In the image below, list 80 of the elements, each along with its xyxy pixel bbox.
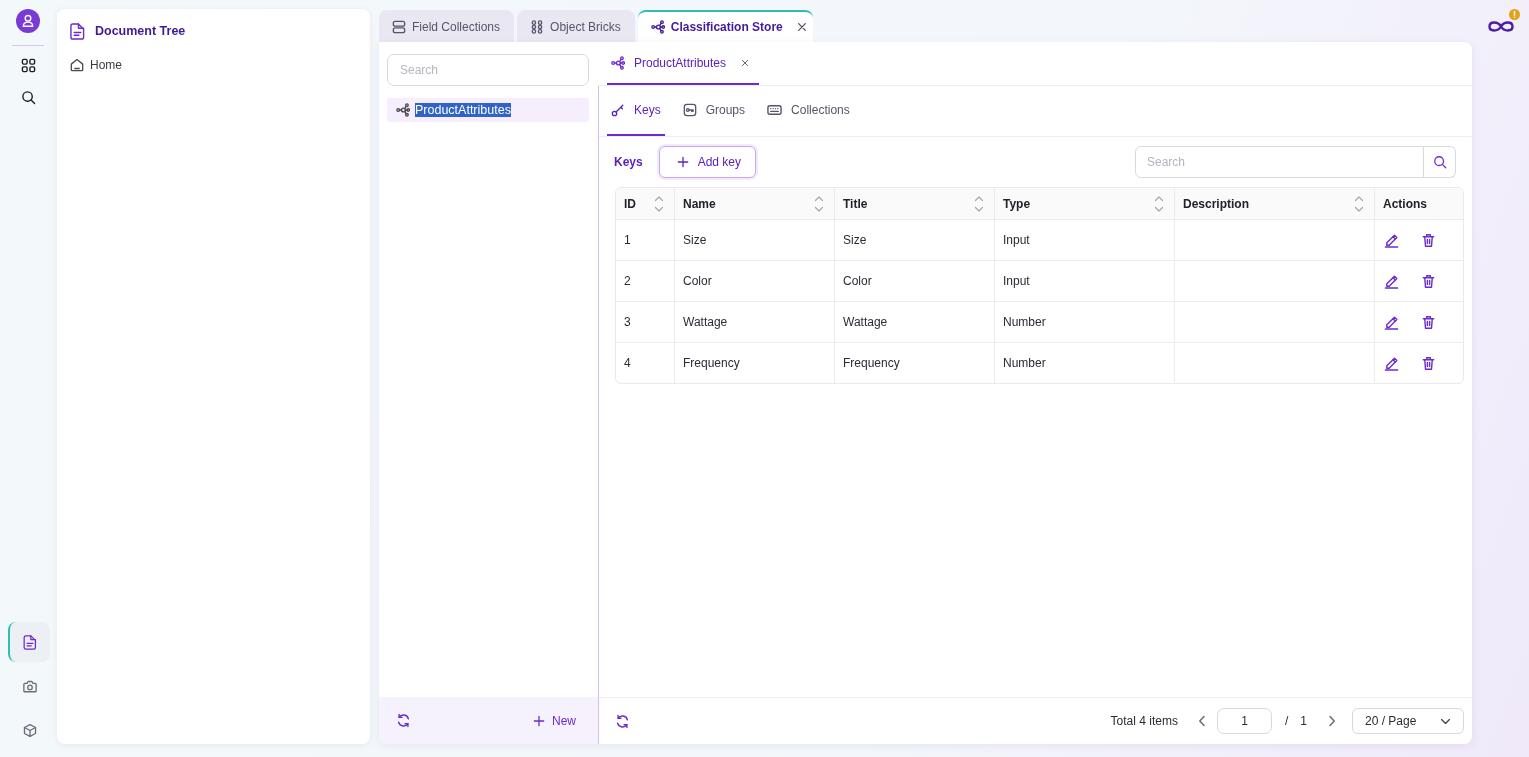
key-card-icon (682, 103, 697, 117)
chevron-down-icon (1440, 717, 1451, 725)
nodes-icon (650, 20, 665, 34)
column-header[interactable]: Type (1003, 196, 1031, 211)
search-icon[interactable] (20, 90, 36, 105)
close-icon[interactable] (796, 22, 807, 32)
close-icon[interactable] (741, 58, 750, 67)
table-cell: Color (675, 261, 835, 301)
refresh-icon[interactable] (396, 713, 411, 728)
pencil-icon[interactable] (1384, 232, 1399, 248)
table-cell: Size (675, 220, 835, 260)
table-cell: Wattage (675, 302, 835, 342)
table-cell: 2 (616, 261, 675, 301)
search-field[interactable]: Search (1135, 146, 1424, 178)
editor-tab[interactable]: Object Bricks (517, 10, 635, 42)
new-button[interactable]: New (533, 713, 576, 728)
cube-icon (23, 722, 37, 738)
table-cell: Input (995, 220, 1175, 260)
table-cell: Number (995, 343, 1175, 383)
search-icon (1432, 155, 1447, 169)
section-title: Keys (614, 155, 643, 169)
refresh-icon[interactable] (615, 713, 630, 729)
pencil-icon[interactable] (1384, 273, 1399, 289)
nodes-icon (611, 55, 625, 70)
alert-badge-icon (1509, 9, 1520, 20)
subtab[interactable]: Collections (763, 86, 854, 136)
total-label: Total 4 items (1110, 714, 1178, 728)
column-header[interactable]: Name (683, 196, 716, 211)
panel-title: Document Tree (95, 24, 186, 38)
page-input[interactable]: 1 (1216, 708, 1272, 734)
editor-tab[interactable]: Field Collections (379, 10, 515, 42)
table-cell: Frequency (835, 343, 995, 383)
table-cell: Size (835, 220, 995, 260)
table-cell: Color (835, 261, 995, 301)
pencil-icon[interactable] (1384, 314, 1399, 330)
table-cell: Number (995, 302, 1175, 342)
camera-icon (23, 678, 37, 694)
table-cell: 4 (616, 343, 675, 383)
key-icon (611, 103, 625, 117)
trash-icon[interactable] (1421, 355, 1436, 371)
nav-button[interactable] (8, 622, 50, 662)
infinity-logo-icon[interactable] (1487, 19, 1515, 34)
table-cell: Frequency (675, 343, 835, 383)
table-cell: 3 (616, 302, 675, 342)
table-cell: Input (995, 261, 1175, 301)
ring-grid-icon (530, 20, 545, 34)
editor-tab[interactable]: Classification Store (637, 10, 813, 42)
subtab[interactable]: Keys (607, 86, 665, 136)
editor-tab[interactable]: ProductAttributes (607, 42, 760, 85)
trash-icon[interactable] (1421, 314, 1436, 330)
column-header: Actions (1383, 196, 1427, 211)
document-icon (70, 22, 85, 40)
trash-icon[interactable] (1421, 232, 1436, 248)
plus-icon (533, 714, 545, 727)
tree-item[interactable]: ProductAttributes (387, 98, 589, 122)
stacked-bars-icon (392, 20, 406, 34)
chevron-left-icon[interactable] (1197, 715, 1206, 727)
column-header[interactable]: Description (1183, 196, 1249, 211)
pencil-icon[interactable] (1384, 355, 1399, 371)
nodes-icon (396, 103, 410, 117)
home-icon (70, 58, 84, 72)
search-field[interactable]: Search (387, 54, 589, 86)
search-button[interactable] (1424, 146, 1456, 178)
table-cell: 1 (616, 220, 675, 260)
page-count: 1 (1300, 714, 1307, 728)
document-icon (23, 634, 37, 650)
column-header[interactable]: Title (843, 196, 868, 211)
plus-icon (676, 156, 689, 168)
trash-icon[interactable] (1421, 273, 1436, 289)
tree-item[interactable]: Home (70, 56, 122, 74)
page-separator: / (1284, 714, 1289, 728)
add-key-button[interactable]: Add key (658, 146, 757, 178)
column-header[interactable]: ID (624, 196, 636, 211)
page-size-select[interactable]: 20 / Page (1352, 708, 1464, 734)
avatar-icon[interactable] (16, 9, 40, 33)
grid-icon[interactable] (20, 58, 36, 73)
chevron-right-icon[interactable] (1328, 715, 1336, 727)
table-cell: Wattage (835, 302, 995, 342)
keyboard-icon (767, 104, 783, 116)
subtab[interactable]: Groups (678, 86, 750, 136)
